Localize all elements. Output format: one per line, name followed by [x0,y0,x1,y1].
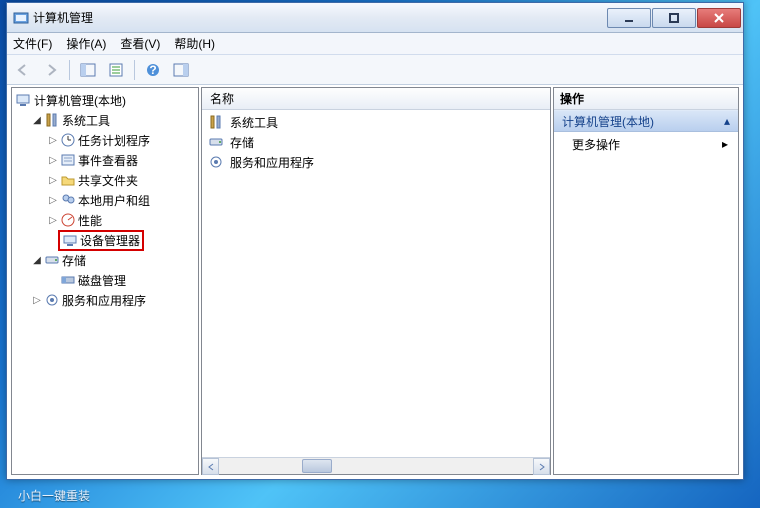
list-header-name[interactable]: 名称 [202,88,242,109]
tree-root[interactable]: 计算机管理(本地) [12,90,198,110]
menubar: 文件(F) 操作(A) 查看(V) 帮助(H) [7,33,743,55]
submenu-arrow-icon: ▸ [722,137,728,151]
expand-arrow-icon[interactable]: ▷ [48,155,58,166]
menu-file[interactable]: 文件(F) [13,35,52,52]
collapse-arrow-icon: ▴ [724,114,730,128]
shared-folder-icon [60,172,76,188]
list-item-system-tools[interactable]: 系统工具 [202,112,550,132]
expand-arrow-icon[interactable]: ◢ [32,115,42,126]
help-button[interactable]: ? [141,58,165,82]
svg-text:?: ? [149,63,156,77]
forward-button[interactable] [39,58,63,82]
tree-shared-folders[interactable]: ▷共享文件夹 [44,170,198,190]
tree-services-apps[interactable]: ▷ 服务和应用程序 [28,290,198,310]
tree-event-viewer[interactable]: ▷事件查看器 [44,150,198,170]
expand-arrow-icon[interactable]: ▷ [48,135,58,146]
list-body[interactable]: 系统工具 存储 服务和应用程序 [202,110,550,457]
list-header-row: 名称 [202,88,550,110]
back-button[interactable] [11,58,35,82]
users-icon [60,192,76,208]
properties-button[interactable] [104,58,128,82]
show-hide-action-pane-button[interactable] [169,58,193,82]
expand-arrow-icon[interactable]: ▷ [32,295,42,306]
tree-system-tools[interactable]: ◢ 系统工具 [28,110,198,130]
taskbar-fragment: 小白一键重装 [0,482,90,508]
tools-icon [44,112,60,128]
tree-body[interactable]: 计算机管理(本地) ◢ 系统工具 ▷任务计划程序 [12,88,198,474]
storage-icon [208,134,224,150]
close-button[interactable] [697,8,741,28]
window-controls [606,8,741,28]
scroll-thumb[interactable] [302,459,332,473]
storage-icon [44,252,60,268]
horizontal-scrollbar[interactable] [202,457,550,474]
toolbar-separator [134,60,135,80]
red-highlight: 设备管理器 [58,230,144,251]
device-manager-icon [62,232,78,248]
disk-icon [60,272,76,288]
tree-performance[interactable]: ▷性能 [44,210,198,230]
tree-local-users[interactable]: ▷本地用户和组 [44,190,198,210]
expand-arrow-icon[interactable]: ▷ [48,215,58,226]
tree-pane: 计算机管理(本地) ◢ 系统工具 ▷任务计划程序 [11,87,199,475]
scroll-left-button[interactable] [202,458,219,475]
menu-action[interactable]: 操作(A) [66,35,106,52]
minimize-button[interactable] [607,8,651,28]
clock-icon [60,132,76,148]
menu-view[interactable]: 查看(V) [120,35,160,52]
actions-pane: 操作 计算机管理(本地) ▴ 更多操作 ▸ [553,87,739,475]
expand-arrow-icon[interactable]: ◢ [32,255,42,266]
computer-icon [16,92,32,108]
content-area: 计算机管理(本地) ◢ 系统工具 ▷任务计划程序 [7,85,743,479]
menu-help[interactable]: 帮助(H) [174,35,215,52]
maximize-button[interactable] [652,8,696,28]
app-icon [13,10,29,26]
titlebar: 计算机管理 [7,3,743,33]
list-pane: 名称 系统工具 存储 服务和应用程序 [201,87,551,475]
list-item-storage[interactable]: 存储 [202,132,550,152]
tree-storage[interactable]: ◢ 存储 [28,250,198,270]
list-item-services[interactable]: 服务和应用程序 [202,152,550,172]
actions-header: 操作 [554,88,738,110]
toolbar: ? [7,55,743,85]
toolbar-separator [69,60,70,80]
tree-device-manager[interactable]: 设备管理器 [44,230,198,250]
window-title: 计算机管理 [33,9,606,26]
expand-arrow-icon[interactable]: ▷ [48,195,58,206]
performance-icon [60,212,76,228]
tools-icon [208,114,224,130]
actions-more[interactable]: 更多操作 ▸ [554,132,738,156]
services-icon [44,292,60,308]
tree-task-scheduler[interactable]: ▷任务计划程序 [44,130,198,150]
services-icon [208,154,224,170]
scroll-right-button[interactable] [533,458,550,475]
show-hide-tree-button[interactable] [76,58,100,82]
tree-disk-management[interactable]: 磁盘管理 [44,270,198,290]
computer-management-window: 计算机管理 文件(F) 操作(A) 查看(V) 帮助(H) ? [6,2,744,480]
actions-section-title[interactable]: 计算机管理(本地) ▴ [554,110,738,132]
event-viewer-icon [60,152,76,168]
expand-arrow-icon[interactable]: ▷ [48,175,58,186]
